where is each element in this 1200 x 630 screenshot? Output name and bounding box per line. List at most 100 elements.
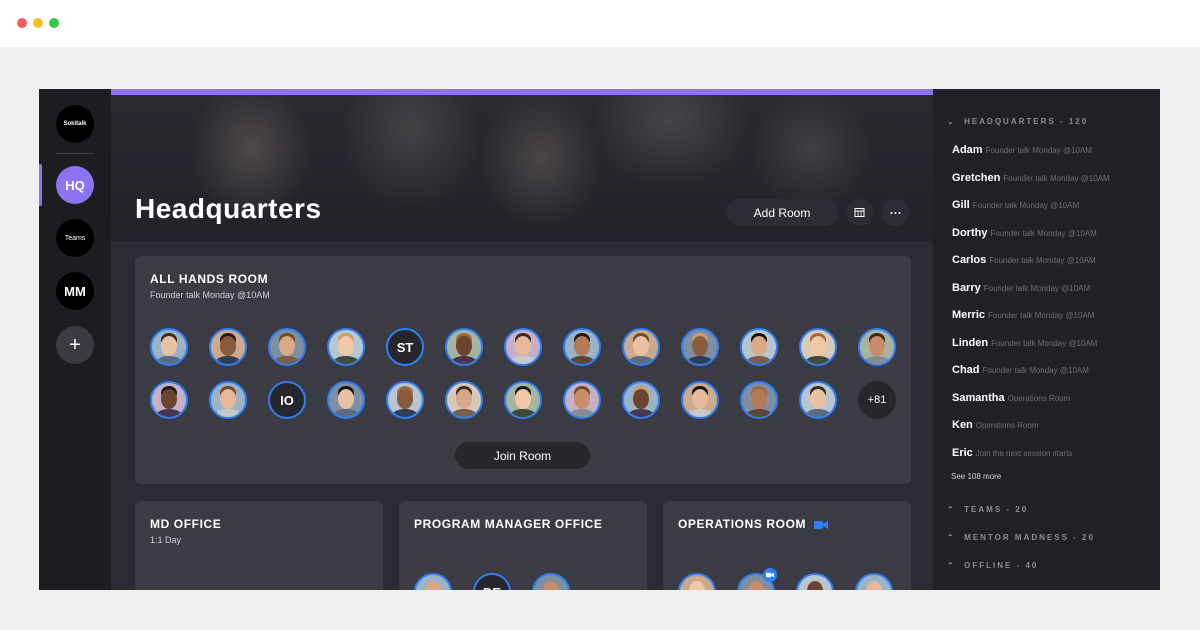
avatar-body — [687, 356, 713, 364]
more-button[interactable] — [882, 199, 909, 226]
member-item[interactable]: Eric Join the next session starts — [952, 447, 1152, 459]
participant-avatar[interactable] — [622, 381, 660, 419]
header-accent-bar — [111, 89, 933, 95]
md-office-card[interactable]: MD OFFICE 1:1 Day — [135, 501, 383, 590]
participant-avatar-initials[interactable]: DE — [473, 573, 511, 590]
avatar-body — [510, 356, 536, 364]
avatar-face — [220, 336, 236, 356]
room-title: PROGRAM MANAGER OFFICE — [414, 517, 603, 531]
calendar-icon — [854, 208, 865, 217]
participant-avatar[interactable] — [150, 381, 188, 419]
avatar-face — [810, 389, 826, 409]
member-item[interactable]: Carlos Founder talk Monday @10AM — [952, 254, 1152, 266]
participant-avatar[interactable] — [681, 328, 719, 366]
participant-avatar[interactable] — [327, 328, 365, 366]
member-item[interactable]: Merric Founder talk Monday @10AM — [952, 309, 1152, 321]
participant-avatar[interactable] — [563, 381, 601, 419]
member-name: Gill — [952, 199, 970, 211]
participant-avatar-initials[interactable]: IO — [268, 381, 306, 419]
program-manager-office-card[interactable]: PROGRAM MANAGER OFFICE DE — [399, 501, 647, 590]
section-mentor-madness[interactable]: ⌃ MENTOR MADNESS - 20 — [947, 533, 1095, 542]
member-item[interactable]: Linden Founder talk Monday @10AM — [952, 337, 1152, 349]
member-item[interactable]: Ken Operations Room — [952, 419, 1152, 431]
participant-avatar[interactable] — [622, 328, 660, 366]
member-item[interactable]: Gill Founder talk Monday @10AM — [952, 199, 1152, 211]
operations-room-card[interactable]: OPERATIONS ROOM — [663, 501, 911, 590]
participant-avatar[interactable] — [858, 328, 896, 366]
room-subtitle: 1:1 Day — [150, 535, 182, 545]
workspace-hq[interactable]: HQ — [56, 166, 94, 204]
calendar-button[interactable] — [846, 199, 873, 226]
participant-avatar[interactable] — [209, 381, 247, 419]
all-hands-room-card[interactable]: ALL HANDS ROOM Founder talk Monday @10AM… — [135, 256, 911, 484]
participant-avatar[interactable] — [563, 328, 601, 366]
member-item[interactable]: Dorthy Founder talk Monday @10AM — [952, 227, 1152, 239]
see-more-link[interactable]: See 108 more — [951, 472, 1001, 481]
participant-avatar[interactable] — [740, 381, 778, 419]
participant-avatar[interactable] — [532, 573, 570, 590]
section-headquarters[interactable]: ⌄ HEADQUARTERS - 120 — [947, 117, 1088, 126]
close-window-button[interactable] — [17, 18, 27, 28]
avatar-body — [864, 356, 890, 364]
participant-avatar[interactable] — [796, 573, 834, 590]
page-title: Headquarters — [135, 193, 322, 224]
avatar-face — [751, 336, 767, 356]
section-teams[interactable]: ⌃ TEAMS - 20 — [947, 505, 1028, 514]
avatar-face — [425, 581, 441, 590]
participant-avatar[interactable] — [681, 381, 719, 419]
participant-avatar[interactable] — [445, 381, 483, 419]
participant-avatar[interactable] — [740, 328, 778, 366]
avatar-face — [338, 336, 354, 356]
avatar-face — [633, 389, 649, 409]
participant-avatar[interactable] — [209, 328, 247, 366]
workspace-mm[interactable]: MM — [56, 272, 94, 310]
app-logo[interactable]: Sokitalk — [56, 105, 94, 143]
participant-avatar[interactable] — [150, 328, 188, 366]
member-name: Ken — [952, 419, 973, 431]
room-title: ALL HANDS ROOM — [150, 272, 269, 286]
add-room-button[interactable]: Add Room — [726, 199, 838, 226]
avatar-face — [161, 336, 177, 356]
add-workspace-button[interactable]: + — [56, 326, 94, 364]
participant-avatar[interactable] — [445, 328, 483, 366]
participant-avatar[interactable] — [414, 573, 452, 590]
member-item[interactable]: Barry Founder talk Monday @10AM — [952, 282, 1152, 294]
participant-avatar[interactable] — [386, 381, 424, 419]
avatar-face — [689, 581, 705, 590]
participant-avatar[interactable] — [327, 381, 365, 419]
member-status: Operations Room — [1007, 393, 1071, 403]
join-room-button[interactable]: Join Room — [455, 442, 590, 469]
avatar-body — [156, 409, 182, 417]
avatar-face — [515, 389, 531, 409]
participant-avatar[interactable] — [504, 328, 542, 366]
member-item[interactable]: Adam Founder talk Monday @10AM — [952, 144, 1152, 156]
member-item[interactable]: Chad Founder talk Monday @10AM — [952, 364, 1152, 376]
member-status: Founder talk Monday @10AM — [972, 201, 1080, 210]
member-item[interactable]: Gretchen Founder talk Monday @10AM — [952, 172, 1152, 184]
participant-avatar[interactable] — [799, 381, 837, 419]
avatar-face — [692, 336, 708, 356]
avatar-face — [810, 336, 826, 356]
participant-avatar[interactable] — [268, 328, 306, 366]
avatar-body — [215, 409, 241, 417]
member-item[interactable]: Samantha Operations Room — [952, 392, 1152, 404]
participant-avatar[interactable] — [799, 328, 837, 366]
avatar-body — [569, 356, 595, 364]
members-sidebar: ⌄ HEADQUARTERS - 120 Adam Founder talk Mo… — [933, 89, 1160, 590]
avatar-face — [807, 581, 823, 590]
participant-avatar[interactable] — [678, 573, 716, 590]
participant-avatar-initials[interactable]: ST — [386, 328, 424, 366]
participant-avatar[interactable] — [855, 573, 893, 590]
section-label: OFFLINE - 40 — [964, 561, 1039, 570]
section-offline[interactable]: ⌃ OFFLINE - 40 — [947, 561, 1038, 570]
avatar-body — [805, 409, 831, 417]
minimize-window-button[interactable] — [33, 18, 43, 28]
maximize-window-button[interactable] — [49, 18, 59, 28]
chevron-up-icon: ⌃ — [947, 533, 956, 542]
member-name: Chad — [952, 364, 980, 376]
avatar-body — [274, 356, 300, 364]
more-participants-badge[interactable]: +81 — [858, 381, 896, 419]
workspace-teams[interactable]: Teams — [56, 219, 94, 257]
participant-avatar[interactable] — [504, 381, 542, 419]
avatar-face — [338, 389, 354, 409]
